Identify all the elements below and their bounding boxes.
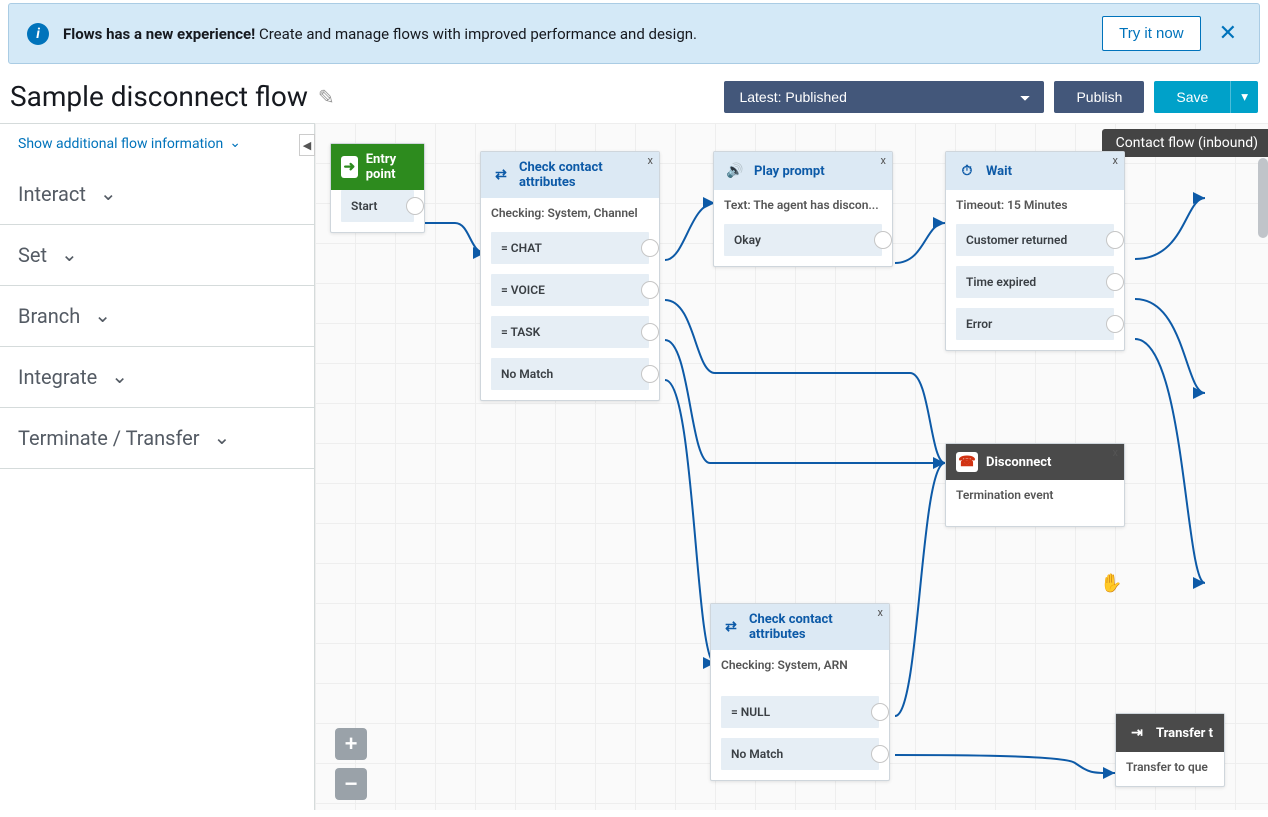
category-interact[interactable]: Interact⌄ xyxy=(0,164,314,225)
close-block-icon[interactable]: x xyxy=(1113,154,1118,167)
chevron-down-icon: ⌄ xyxy=(100,181,117,205)
phone-hangup-icon: ☎ xyxy=(956,452,978,472)
category-terminate-transfer[interactable]: Terminate / Transfer⌄ xyxy=(0,408,314,469)
block-subtitle: Termination event xyxy=(946,480,1124,526)
block-palette-sidebar: ◀ Show additional flow information ⌄ Int… xyxy=(0,123,315,810)
output-port[interactable] xyxy=(641,281,659,299)
flow-canvas[interactable]: Contact flow (inbound) xyxy=(315,123,1268,810)
outcome-voice[interactable]: = VOICE xyxy=(491,274,649,306)
block-title: Entry point xyxy=(366,152,414,182)
output-port[interactable] xyxy=(871,703,889,721)
output-port[interactable] xyxy=(874,231,892,249)
output-port[interactable] xyxy=(871,745,889,763)
close-block-icon[interactable]: x xyxy=(881,154,886,167)
output-port[interactable] xyxy=(1106,315,1124,333)
branch-icon: ⇄ xyxy=(491,164,511,186)
canvas-scrollbar[interactable] xyxy=(1258,158,1268,238)
banner-message: Flows has a new experience! Create and m… xyxy=(63,25,1088,43)
close-block-icon[interactable]: x xyxy=(878,606,883,619)
info-banner: i Flows has a new experience! Create and… xyxy=(8,3,1260,64)
outcome-no-match[interactable]: No Match xyxy=(721,738,879,770)
block-subtitle: Timeout: 15 Minutes xyxy=(946,190,1124,224)
chevron-down-icon: ⌄ xyxy=(214,425,231,449)
block-title: Check contact attributes xyxy=(519,160,649,190)
block-title: Check contact attributes xyxy=(749,612,879,642)
speaker-icon: 🔊 xyxy=(724,160,746,182)
outcome-error[interactable]: Error xyxy=(956,308,1114,340)
block-subtitle: Transfer to que xyxy=(1116,752,1224,786)
zoom-controls: + − xyxy=(335,728,367,800)
outcome-task[interactable]: = TASK xyxy=(491,316,649,348)
edit-title-icon[interactable]: ✎ xyxy=(318,85,335,109)
zoom-out-button[interactable]: − xyxy=(335,768,367,800)
version-select[interactable]: Latest: Published xyxy=(724,81,1044,113)
category-branch[interactable]: Branch⌄ xyxy=(0,286,314,347)
outcome-no-match[interactable]: No Match xyxy=(491,358,649,390)
show-additional-info-link[interactable]: Show additional flow information ⌄ xyxy=(0,124,314,164)
block-entry-point[interactable]: ➜ Entry point Start xyxy=(330,143,425,233)
info-icon: i xyxy=(27,23,49,45)
chevron-down-icon: ⌄ xyxy=(94,303,111,327)
outcome-customer-returned[interactable]: Customer returned xyxy=(956,224,1114,256)
outcome-chat[interactable]: = CHAT xyxy=(491,232,649,264)
block-title: Play prompt xyxy=(754,164,825,179)
category-set[interactable]: Set⌄ xyxy=(0,225,314,286)
block-disconnect[interactable]: ☎ Disconnect x Termination event xyxy=(945,443,1125,527)
block-subtitle: Checking: System, ARN xyxy=(711,650,889,696)
category-integrate[interactable]: Integrate⌄ xyxy=(0,347,314,408)
block-subtitle: Text: The agent has discon... xyxy=(714,190,892,224)
flow-type-badge: Contact flow (inbound) xyxy=(1102,129,1268,157)
page-title: Sample disconnect flow xyxy=(10,80,308,113)
block-check-contact-attributes-2[interactable]: ⇄ Check contact attributesx Checking: Sys… xyxy=(710,603,890,781)
block-transfer[interactable]: ⇥ Transfer t Transfer to que xyxy=(1115,713,1225,787)
output-port[interactable] xyxy=(641,239,659,257)
zoom-in-button[interactable]: + xyxy=(335,728,367,760)
clock-icon: ⏱ xyxy=(956,160,978,182)
block-subtitle: Checking: System, Channel xyxy=(481,198,659,232)
output-port[interactable] xyxy=(641,323,659,341)
save-dropdown-button[interactable]: ▾ xyxy=(1230,81,1258,113)
chevron-down-icon: ⌄ xyxy=(229,135,241,151)
output-port[interactable] xyxy=(406,197,424,215)
close-block-icon[interactable]: x xyxy=(1113,446,1118,459)
branch-icon: ⇄ xyxy=(721,616,741,638)
cursor-grab-icon: ✋ xyxy=(1100,573,1122,594)
block-title: Wait xyxy=(986,164,1012,179)
collapse-sidebar-icon[interactable]: ◀ xyxy=(299,134,315,156)
block-title: Transfer t xyxy=(1156,726,1213,741)
titlebar: Sample disconnect flow ✎ Latest: Publish… xyxy=(0,64,1268,123)
outcome-okay[interactable]: Okay xyxy=(724,224,882,256)
block-title: Disconnect xyxy=(986,455,1051,470)
output-port[interactable] xyxy=(641,365,659,383)
chevron-down-icon: ⌄ xyxy=(61,242,78,266)
try-it-now-button[interactable]: Try it now xyxy=(1102,16,1200,51)
save-button[interactable]: Save xyxy=(1154,81,1230,113)
block-play-prompt[interactable]: 🔊 Play prompt x Text: The agent has discon… xyxy=(713,151,893,267)
close-block-icon[interactable]: x xyxy=(648,154,653,167)
block-check-contact-attributes[interactable]: ⇄ Check contact attributesx Checking: Sys… xyxy=(480,151,660,401)
outcome-start[interactable]: Start xyxy=(341,190,414,222)
close-banner-icon[interactable]: ✕ xyxy=(1215,21,1241,46)
block-wait[interactable]: ⏱ Wait x Timeout: 15 Minutes Customer retu… xyxy=(945,151,1125,351)
arrow-right-icon: ➜ xyxy=(341,156,358,178)
output-port[interactable] xyxy=(1106,273,1124,291)
transfer-icon: ⇥ xyxy=(1126,722,1148,744)
outcome-time-expired[interactable]: Time expired xyxy=(956,266,1114,298)
outcome-null[interactable]: = NULL xyxy=(721,696,879,728)
output-port[interactable] xyxy=(1106,231,1124,249)
chevron-down-icon: ⌄ xyxy=(111,364,128,388)
publish-button[interactable]: Publish xyxy=(1054,81,1144,113)
